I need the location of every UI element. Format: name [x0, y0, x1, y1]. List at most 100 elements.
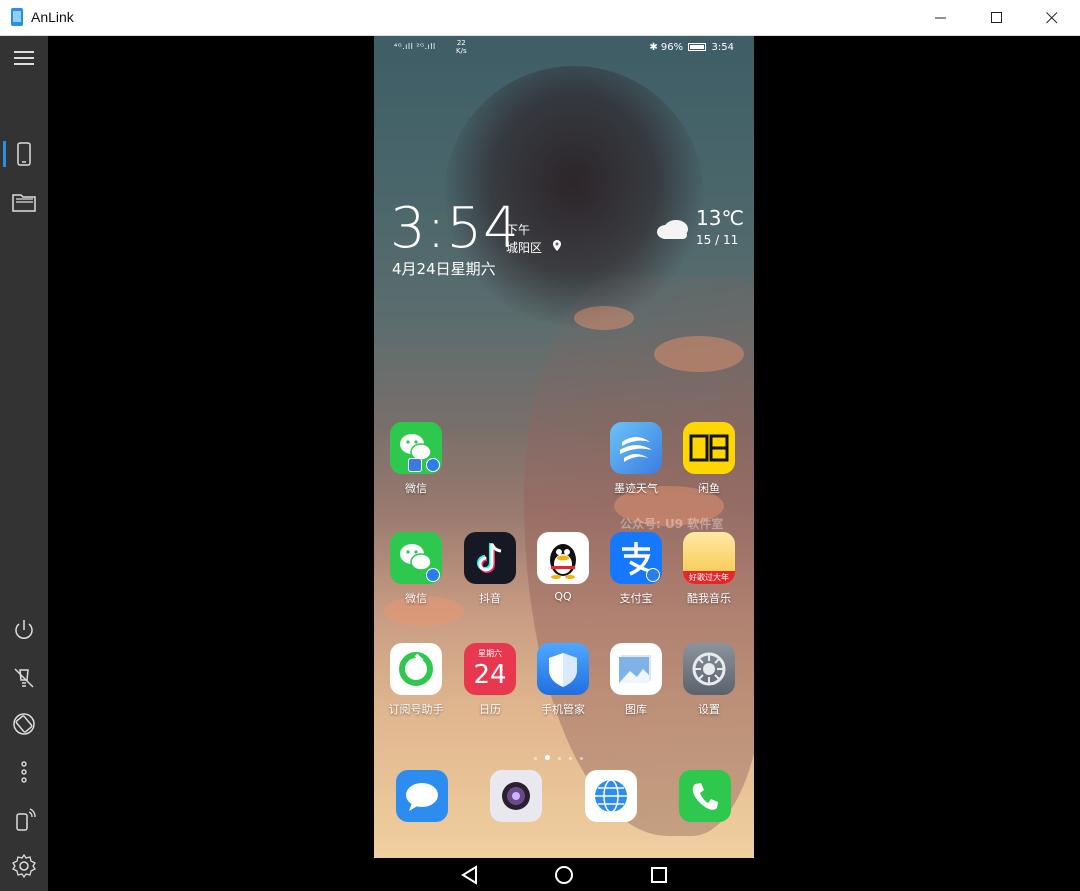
- globe-icon: [595, 779, 627, 813]
- settings-button[interactable]: [0, 846, 48, 886]
- clock-widget-ampm: 下午: [506, 223, 531, 237]
- wallpaper-cloud: [574, 306, 634, 330]
- verified-badge-icon: [426, 458, 440, 472]
- minimize-button[interactable]: [918, 0, 964, 36]
- clock-widget-location: 城阳区: [506, 241, 543, 255]
- screen-off-button[interactable]: [0, 658, 48, 698]
- alipay-icon: [610, 532, 662, 584]
- nav-home-button[interactable]: [552, 864, 576, 886]
- anlink-logo-icon: [11, 8, 23, 26]
- battery-icon: [688, 43, 707, 51]
- calendar-icon: 星期六 24: [464, 643, 516, 695]
- kuwo-banner: 好歌过大年: [683, 571, 735, 584]
- shake-phone-button[interactable]: [0, 800, 48, 840]
- app-label: 图库: [625, 703, 647, 716]
- xianyu-icon: [683, 422, 735, 474]
- app-label: 抖音: [479, 592, 501, 605]
- app-kuwo-music[interactable]: 好歌过大年 酷我音乐: [674, 532, 744, 606]
- app-wechat-clone[interactable]: 微信: [381, 422, 451, 496]
- app-calendar[interactable]: 星期六 24 日历: [455, 643, 525, 717]
- app-label: 酷我音乐: [687, 592, 731, 605]
- wechat-icon: [390, 422, 442, 474]
- hamburger-menu-icon: [14, 51, 34, 65]
- clock-widget-time[interactable]: 3:54: [390, 196, 520, 261]
- network-speed: 22 K/s: [456, 39, 467, 55]
- qq-penguin-icon: [537, 532, 589, 584]
- sidebar-item-file-manager[interactable]: [0, 182, 48, 222]
- status-bar: ⁴ᴳ.ıll ²ᴳ.ıll 22 K/s ✱ 96% 3:54: [374, 36, 754, 60]
- phone-screen[interactable]: ⁴ᴳ.ıll ²ᴳ.ıll 22 K/s ✱ 96% 3:54 3:54 下午 …: [374, 36, 754, 858]
- wallpaper-cloud: [654, 336, 744, 372]
- recents-square-icon: [651, 867, 667, 883]
- minimize-icon: [935, 17, 946, 19]
- cloudy-weather-icon[interactable]: [656, 216, 692, 240]
- page-dot: [534, 757, 537, 760]
- nav-recents-button[interactable]: [647, 864, 671, 886]
- watermark: 公众号: U9 软件室: [620, 517, 724, 531]
- app-label: 支付宝: [619, 592, 653, 605]
- back-triangle-icon: [461, 865, 477, 885]
- settings-gear-icon: [683, 643, 735, 695]
- status-right: ✱ 96% 3:54: [649, 42, 734, 53]
- page-dot: [580, 757, 583, 760]
- douyin-icon: [464, 532, 516, 584]
- gallery-icon: [610, 643, 662, 695]
- app-subscription-assistant[interactable]: 订阅号助手: [381, 643, 451, 717]
- app-xianyu[interactable]: 闲鱼: [674, 422, 744, 496]
- shake-phone-icon: [16, 808, 36, 831]
- app-phone-manager[interactable]: 手机管家: [528, 643, 598, 717]
- app-settings[interactable]: 设置: [674, 643, 744, 717]
- folder-icon: [12, 194, 36, 212]
- calendar-weekday: 星期六: [478, 649, 502, 658]
- signal-indicator: ⁴ᴳ.ıll ²ᴳ.ıll: [394, 42, 436, 51]
- dock-camera[interactable]: [490, 770, 542, 822]
- dock-messages[interactable]: [396, 770, 448, 822]
- maximize-button[interactable]: [974, 0, 1020, 36]
- app-qq[interactable]: QQ: [528, 532, 598, 603]
- calendar-day-number: 24: [473, 660, 507, 690]
- battery-percent: 96%: [660, 42, 684, 53]
- close-icon: [1046, 12, 1058, 24]
- app-moji-weather[interactable]: 墨迹天气: [601, 422, 671, 496]
- home-circle-icon: [555, 866, 573, 884]
- location-pin-icon: [553, 240, 561, 251]
- dock-phone[interactable]: [679, 770, 731, 822]
- clock-widget-date: 4月24日星期六: [392, 260, 496, 278]
- status-time: 3:54: [711, 42, 734, 53]
- wechat-icon: [390, 532, 442, 584]
- shield-icon: [537, 643, 589, 695]
- nav-back-button[interactable]: [458, 864, 482, 886]
- sidebar-item-phone-screen[interactable]: [0, 134, 48, 174]
- app-label: 微信: [405, 482, 427, 495]
- rotate-screen-button[interactable]: [0, 704, 48, 744]
- page-dot: [569, 757, 572, 760]
- weather-temperature: 13℃: [696, 206, 744, 230]
- power-icon: [15, 620, 33, 639]
- app-gallery[interactable]: 图库: [601, 643, 671, 717]
- message-bubble-icon: [406, 783, 438, 811]
- weather-range: 15 / 11: [696, 233, 739, 247]
- app-wechat[interactable]: 微信: [381, 532, 451, 606]
- more-button[interactable]: [0, 752, 48, 792]
- rotate-screen-icon: [13, 713, 35, 735]
- gear-icon: [12, 854, 36, 878]
- bluetooth-icon: ✱: [649, 42, 658, 53]
- clone-badge-icon: [408, 458, 422, 472]
- close-button[interactable]: [1029, 0, 1075, 36]
- screen-off-icon: [14, 668, 34, 688]
- app-label: 闲鱼: [698, 482, 720, 495]
- dock-browser[interactable]: [585, 770, 637, 822]
- app-douyin[interactable]: 抖音: [455, 532, 525, 606]
- app-alipay[interactable]: 支付宝: [601, 532, 671, 606]
- app-label: 手机管家: [541, 703, 585, 716]
- verified-badge-icon: [646, 568, 660, 582]
- window-titlebar: AnLink: [0, 0, 1080, 36]
- phone-handset-icon: [692, 783, 718, 810]
- power-button[interactable]: [0, 610, 48, 650]
- window-title: AnLink: [31, 9, 74, 25]
- moji-weather-icon: [610, 422, 662, 474]
- android-navbar: [374, 858, 754, 891]
- app-label: 墨迹天气: [614, 482, 658, 495]
- menu-button[interactable]: [0, 38, 48, 78]
- page-indicator: [534, 745, 594, 760]
